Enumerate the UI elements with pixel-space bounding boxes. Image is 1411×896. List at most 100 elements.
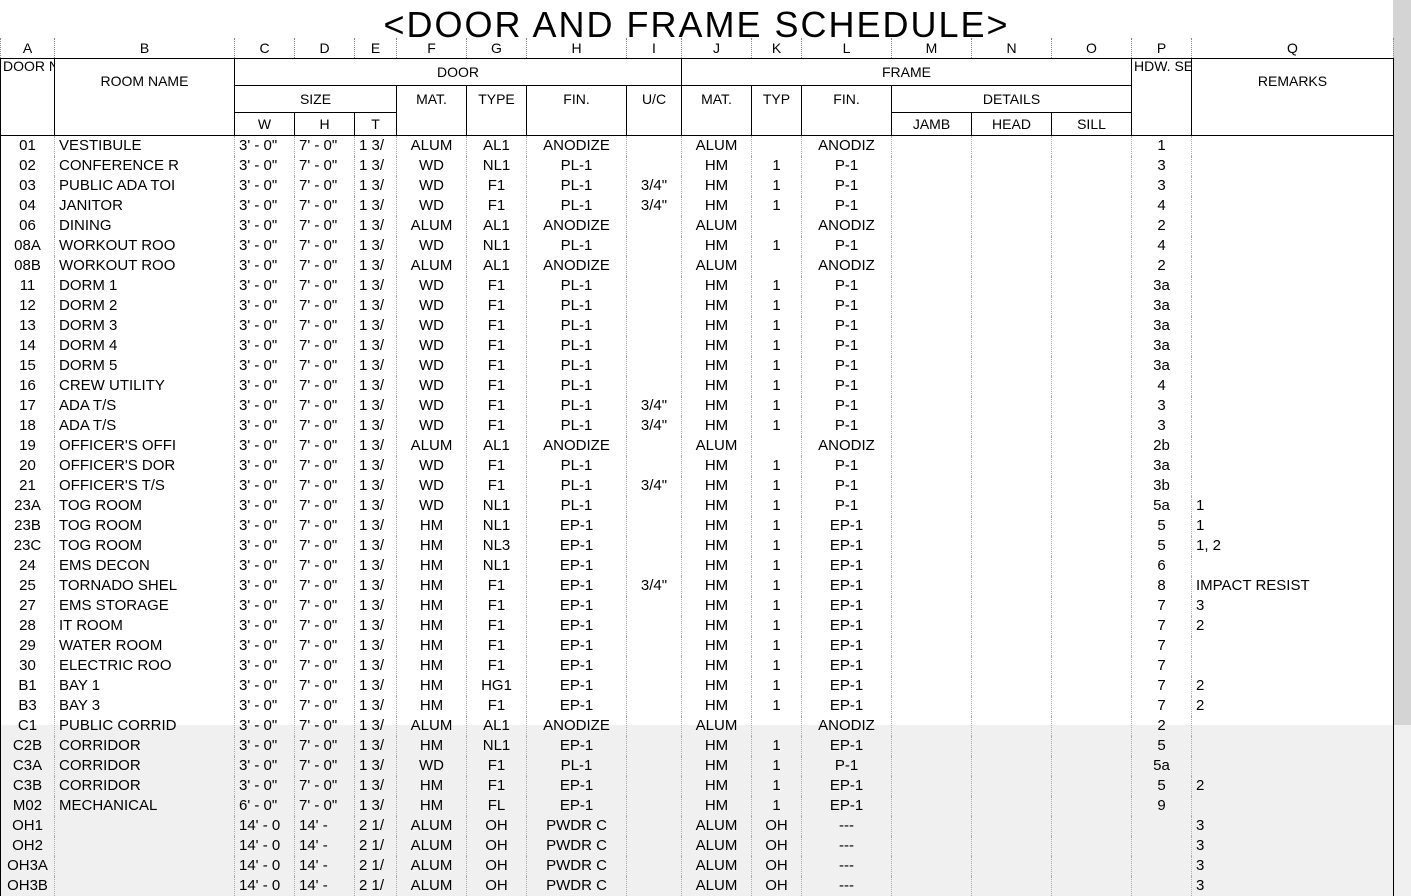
cell-no[interactable]: C2B bbox=[1, 736, 55, 756]
cell-fmat[interactable]: HM bbox=[682, 556, 752, 576]
cell-ftyp[interactable]: 1 bbox=[752, 496, 802, 516]
cell-hdw[interactable]: 5 bbox=[1132, 516, 1192, 536]
cell-room[interactable] bbox=[55, 876, 235, 896]
cell-room[interactable]: DORM 2 bbox=[55, 296, 235, 316]
cell-w[interactable]: 3' - 0" bbox=[235, 776, 295, 796]
table-row[interactable]: 11DORM 13' - 0"7' - 0"1 3/WDF1PL-1HM1P-1… bbox=[1, 276, 1394, 296]
cell-jamb[interactable] bbox=[892, 736, 972, 756]
cell-t[interactable]: 1 3/ bbox=[355, 796, 397, 816]
cell-hdw[interactable] bbox=[1132, 856, 1192, 876]
cell-fmat[interactable]: HM bbox=[682, 356, 752, 376]
cell-ffin[interactable]: P-1 bbox=[802, 336, 892, 356]
cell-jamb[interactable] bbox=[892, 316, 972, 336]
cell-hdw[interactable]: 4 bbox=[1132, 236, 1192, 256]
table-row[interactable]: OH114' - 014' -2 1/ALUMOHPWDR CALUMOH---… bbox=[1, 816, 1394, 836]
cell-w[interactable]: 3' - 0" bbox=[235, 516, 295, 536]
cell-sill[interactable] bbox=[1052, 856, 1132, 876]
cell-head[interactable] bbox=[972, 736, 1052, 756]
cell-dtype[interactable]: F1 bbox=[467, 616, 527, 636]
table-row[interactable]: 25TORNADO SHEL3' - 0"7' - 0"1 3/HMF1EP-1… bbox=[1, 576, 1394, 596]
cell-ftyp[interactable] bbox=[752, 716, 802, 736]
cell-dfin[interactable]: EP-1 bbox=[527, 616, 627, 636]
cell-w[interactable]: 14' - 0 bbox=[235, 836, 295, 856]
cell-rem[interactable] bbox=[1192, 456, 1394, 476]
cell-h[interactable]: 7' - 0" bbox=[295, 396, 355, 416]
cell-head[interactable] bbox=[972, 696, 1052, 716]
table-row[interactable]: 28IT ROOM3' - 0"7' - 0"1 3/HMF1EP-1HM1EP… bbox=[1, 616, 1394, 636]
cell-sill[interactable] bbox=[1052, 436, 1132, 456]
cell-dmat[interactable]: HM bbox=[397, 796, 467, 816]
cell-w[interactable]: 3' - 0" bbox=[235, 636, 295, 656]
cell-head[interactable] bbox=[972, 836, 1052, 856]
cell-ffin[interactable]: --- bbox=[802, 856, 892, 876]
cell-ftyp[interactable]: 1 bbox=[752, 156, 802, 176]
cell-rem[interactable] bbox=[1192, 216, 1394, 236]
cell-ftyp[interactable]: OH bbox=[752, 856, 802, 876]
cell-jamb[interactable] bbox=[892, 576, 972, 596]
cell-rem[interactable]: 2 bbox=[1192, 676, 1394, 696]
cell-rem[interactable]: 3 bbox=[1192, 596, 1394, 616]
cell-fmat[interactable]: HM bbox=[682, 476, 752, 496]
cell-h[interactable]: 7' - 0" bbox=[295, 576, 355, 596]
cell-ffin[interactable]: P-1 bbox=[802, 276, 892, 296]
cell-dmat[interactable]: HM bbox=[397, 676, 467, 696]
cell-ftyp[interactable]: 1 bbox=[752, 176, 802, 196]
cell-dtype[interactable]: AL1 bbox=[467, 256, 527, 276]
cell-t[interactable]: 1 3/ bbox=[355, 256, 397, 276]
cell-dmat[interactable]: ALUM bbox=[397, 716, 467, 736]
cell-dfin[interactable]: PL-1 bbox=[527, 176, 627, 196]
cell-head[interactable] bbox=[972, 296, 1052, 316]
cell-no[interactable]: OH1 bbox=[1, 816, 55, 836]
cell-no[interactable]: 01 bbox=[1, 136, 55, 157]
cell-uc[interactable]: 3/4" bbox=[627, 176, 682, 196]
cell-w[interactable]: 3' - 0" bbox=[235, 316, 295, 336]
cell-ftyp[interactable]: 1 bbox=[752, 676, 802, 696]
cell-jamb[interactable] bbox=[892, 436, 972, 456]
cell-sill[interactable] bbox=[1052, 336, 1132, 356]
cell-ffin[interactable]: ANODIZ bbox=[802, 136, 892, 157]
cell-dfin[interactable]: ANODIZE bbox=[527, 216, 627, 236]
cell-fmat[interactable]: HM bbox=[682, 236, 752, 256]
cell-rem[interactable] bbox=[1192, 416, 1394, 436]
cell-room[interactable]: BAY 1 bbox=[55, 676, 235, 696]
cell-ffin[interactable]: EP-1 bbox=[802, 516, 892, 536]
cell-jamb[interactable] bbox=[892, 816, 972, 836]
cell-h[interactable]: 7' - 0" bbox=[295, 416, 355, 436]
cell-dmat[interactable]: WD bbox=[397, 176, 467, 196]
cell-no[interactable]: 24 bbox=[1, 556, 55, 576]
cell-jamb[interactable] bbox=[892, 596, 972, 616]
cell-room[interactable]: OFFICER'S T/S bbox=[55, 476, 235, 496]
cell-jamb[interactable] bbox=[892, 276, 972, 296]
cell-dmat[interactable]: WD bbox=[397, 396, 467, 416]
cell-uc[interactable] bbox=[627, 556, 682, 576]
cell-fmat[interactable]: ALUM bbox=[682, 216, 752, 236]
cell-hdw[interactable]: 3a bbox=[1132, 296, 1192, 316]
cell-head[interactable] bbox=[972, 656, 1052, 676]
cell-head[interactable] bbox=[972, 756, 1052, 776]
cell-room[interactable]: DORM 4 bbox=[55, 336, 235, 356]
cell-hdw[interactable] bbox=[1132, 816, 1192, 836]
cell-rem[interactable] bbox=[1192, 336, 1394, 356]
cell-ftyp[interactable]: 1 bbox=[752, 796, 802, 816]
cell-ffin[interactable]: P-1 bbox=[802, 296, 892, 316]
cell-dmat[interactable]: HM bbox=[397, 736, 467, 756]
cell-h[interactable]: 7' - 0" bbox=[295, 376, 355, 396]
cell-t[interactable]: 1 3/ bbox=[355, 716, 397, 736]
table-row[interactable]: B3BAY 33' - 0"7' - 0"1 3/HMF1EP-1HM1EP-1… bbox=[1, 696, 1394, 716]
cell-h[interactable]: 7' - 0" bbox=[295, 716, 355, 736]
cell-head[interactable] bbox=[972, 216, 1052, 236]
cell-w[interactable]: 3' - 0" bbox=[235, 696, 295, 716]
cell-no[interactable]: OH3A bbox=[1, 856, 55, 876]
cell-no[interactable]: 14 bbox=[1, 336, 55, 356]
cell-dmat[interactable]: HM bbox=[397, 776, 467, 796]
cell-head[interactable] bbox=[972, 716, 1052, 736]
cell-sill[interactable] bbox=[1052, 276, 1132, 296]
cell-no[interactable]: 21 bbox=[1, 476, 55, 496]
cell-h[interactable]: 14' - bbox=[295, 856, 355, 876]
cell-w[interactable]: 3' - 0" bbox=[235, 656, 295, 676]
cell-t[interactable]: 1 3/ bbox=[355, 456, 397, 476]
cell-ftyp[interactable] bbox=[752, 136, 802, 157]
cell-sill[interactable] bbox=[1052, 156, 1132, 176]
table-row[interactable]: 17ADA T/S3' - 0"7' - 0"1 3/WDF1PL-13/4"H… bbox=[1, 396, 1394, 416]
cell-t[interactable]: 1 3/ bbox=[355, 616, 397, 636]
